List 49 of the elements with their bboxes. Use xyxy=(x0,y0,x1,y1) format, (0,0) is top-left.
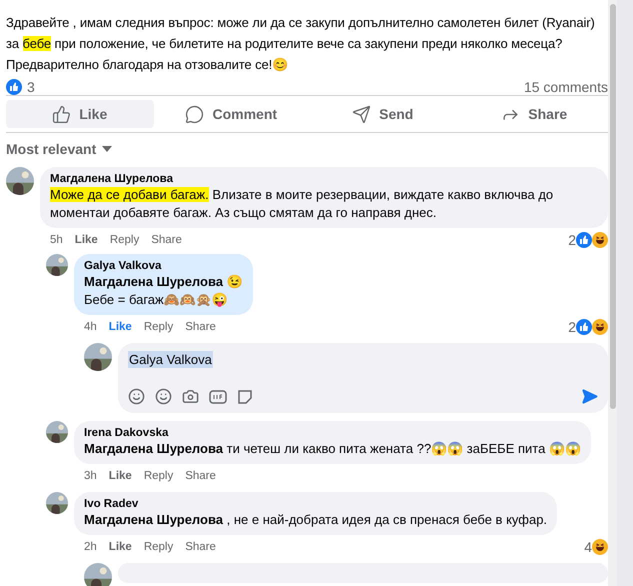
comment-action-link[interactable]: Like xyxy=(108,321,132,333)
sort-dropdown[interactable]: Most relevant xyxy=(6,137,112,161)
comment-time: 3h xyxy=(84,470,97,482)
author-name[interactable]: Irena Dakovska xyxy=(84,427,581,439)
post-text: Здравейте , имам следния въпрос: може ли да се закупи допълнително самолетен билет (Ryanair) за бебе при положение, че билетите на родителите вече са закупени преди няколко месеца? Предварително благодаря на отзовалите се!😊 xyxy=(6,14,596,74)
like-button[interactable]: Like xyxy=(6,100,154,128)
comment-button[interactable]: Comment xyxy=(158,100,305,128)
comment-action-link[interactable]: Share xyxy=(185,321,216,333)
author-name[interactable]: Ivo Radev xyxy=(84,498,548,510)
comment-action-link[interactable]: Reply xyxy=(110,234,140,246)
sticker-icon[interactable] xyxy=(237,388,253,404)
author-name[interactable]: Магдалена Шурелова xyxy=(50,173,598,185)
comment-icon xyxy=(185,104,204,124)
camera-icon[interactable] xyxy=(182,388,199,405)
reaction-count: 4 xyxy=(584,539,592,555)
send-icon xyxy=(352,104,372,124)
reaction-count: 2 xyxy=(568,232,576,248)
send-button[interactable]: Send xyxy=(309,100,456,128)
author-name[interactable]: Galya Valkova xyxy=(84,260,243,272)
comment-action-link[interactable]: Reply xyxy=(144,541,174,553)
comment-action-link[interactable]: Reply xyxy=(144,470,174,482)
scrollbar-thumb[interactable] xyxy=(610,4,616,409)
comment-field[interactable]: Galya Valkova xyxy=(118,343,608,413)
send-icon[interactable] xyxy=(581,388,598,405)
comment-action-link[interactable]: Like xyxy=(74,234,98,246)
comment-time: 4h xyxy=(84,321,97,333)
comment-action-link[interactable]: Like xyxy=(108,541,132,553)
emoji-icon[interactable] xyxy=(155,388,172,405)
like-icon xyxy=(52,104,72,124)
comment-action-link[interactable]: Share xyxy=(185,470,216,482)
reaction-count: 2 xyxy=(568,319,576,335)
comment-time: 5h xyxy=(50,234,63,246)
share-button[interactable]: Share xyxy=(460,100,608,128)
comments-count[interactable]: 15 comments xyxy=(524,79,608,95)
like-reaction-icon xyxy=(6,79,22,95)
comment-action-link[interactable]: Like xyxy=(108,470,132,482)
comment-action-link[interactable]: Reply xyxy=(144,321,174,333)
comment-text: Магдалена Шурелова ти четеш ли какво пита жената ??😱😱 заБЕБЕ пита 😱😱 xyxy=(84,440,581,458)
comment-action-link[interactable]: Share xyxy=(151,234,182,246)
comment-text: Магдалена Шурелова 😉 xyxy=(84,273,243,291)
comment-action-link[interactable]: Share xyxy=(185,541,216,553)
comment-text: Магдалена Шурелова , не е най-добрата идея да св пренася бебе в куфар. xyxy=(84,511,548,529)
comment-text: Galya Valkova xyxy=(128,351,213,368)
reaction-count[interactable]: 3 xyxy=(27,79,35,95)
comment-time: 2h xyxy=(84,541,97,553)
comment-text: Бебе = багаж🙈🙉🙊😜 xyxy=(84,291,229,309)
caret-icon xyxy=(102,146,112,152)
comment-text: Може да се добави багаж. Влизате в моите резервации, виждате какво включва до моментаи добавяте багаж. Аз също смятам да го направя днес. xyxy=(50,186,554,222)
scrollbar[interactable] xyxy=(608,0,617,586)
